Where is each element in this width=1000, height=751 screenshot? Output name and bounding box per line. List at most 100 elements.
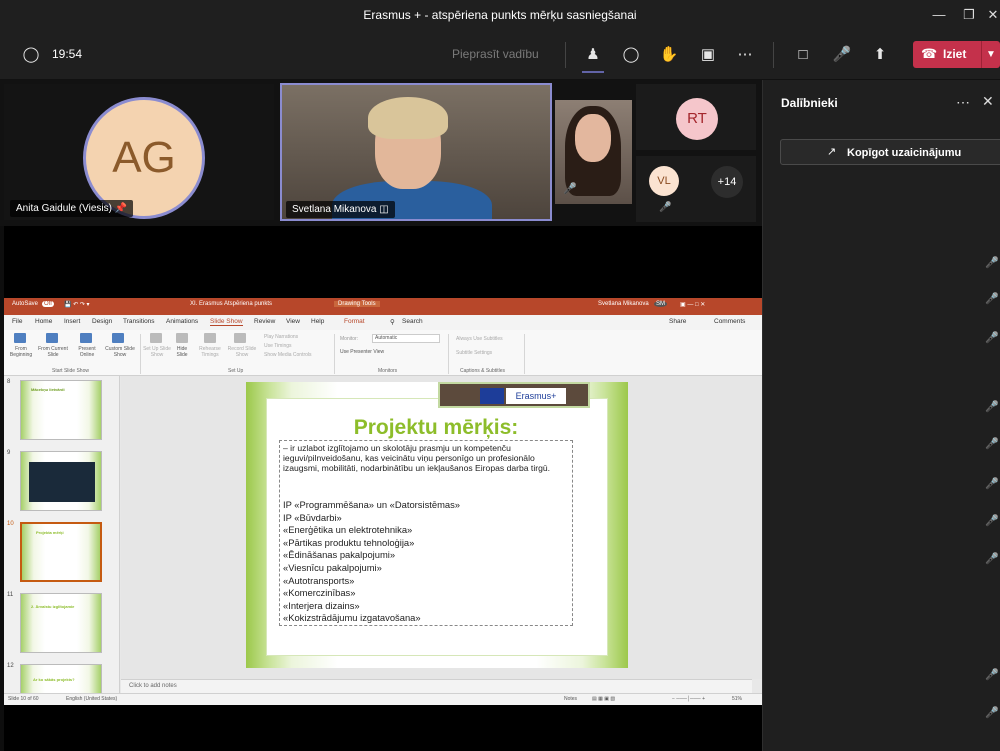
custom-show-icon[interactable] (112, 333, 124, 343)
erasmus-badge: Erasmus+ (438, 382, 590, 408)
participants-panel: Dalībnieki ⋯ ✕ ↗ Kopīgot uzaicinājumu 🎤 … (762, 80, 1000, 751)
slide-heading[interactable]: Projektu mērķis: (316, 416, 556, 440)
more-options-icon[interactable]: ⋯ (956, 94, 970, 111)
tab-insert[interactable]: Insert (64, 318, 80, 325)
from-beginning-icon[interactable] (14, 333, 26, 343)
ppt-search[interactable]: Search (402, 318, 423, 325)
thumb-image (29, 462, 95, 502)
raise-hand-icon[interactable]: ✋ (658, 44, 680, 66)
tab-view[interactable]: View (286, 318, 300, 325)
monitor-label: Monitor: (340, 336, 359, 342)
from-beginning-button[interactable]: From Beginning (6, 346, 36, 358)
participant-tile-video[interactable]: 🎤 (555, 100, 632, 204)
list-item: «Enerģētika un elektrotehnika» (283, 524, 413, 536)
slide-thumbnail-selected[interactable]: Projekta mērķi (20, 522, 102, 582)
tab-design[interactable]: Design (92, 318, 112, 325)
status-language[interactable]: English (United States) (66, 696, 117, 702)
quick-access-icons[interactable]: 💾 ↶ ↷ ▾ (64, 301, 90, 308)
slide-thumbnail[interactable]: 2. Ārvalstu izglītojamie (20, 593, 102, 653)
mic-off-icon: 🎤 (659, 202, 672, 213)
leave-button[interactable]: ☎ Iziet ▼ (913, 41, 1000, 68)
status-slide-count: Slide 10 of 60 (8, 696, 39, 702)
record-icon[interactable] (234, 333, 246, 343)
current-slide[interactable]: Erasmus+ Projektu mērķis: – ir uzlabot i… (246, 382, 628, 668)
more-actions-icon[interactable]: ⋯ (734, 44, 756, 66)
subtitle-settings-button[interactable]: Subtitle Settings (456, 350, 492, 356)
autosave-toggle[interactable]: Off (42, 301, 54, 307)
close-icon[interactable]: ✕ (982, 93, 994, 110)
set-up-icon[interactable] (150, 333, 162, 343)
tab-slide-show[interactable]: Slide Show (210, 318, 243, 326)
participants-icon[interactable]: ♟ (582, 44, 604, 66)
restore-icon[interactable]: ❐ (960, 6, 978, 24)
present-online-icon[interactable] (80, 333, 92, 343)
autosave-label[interactable]: AutoSave (12, 301, 38, 307)
copy-invite-button[interactable]: ↗ Kopīgot uzaicinājumu (780, 139, 1000, 165)
notes-pane[interactable]: Click to add notes (121, 679, 752, 693)
monitor-select[interactable]: Automatic (372, 334, 440, 343)
use-timings-checkbox[interactable]: Use Timings (264, 343, 292, 349)
ppt-user-name[interactable]: Svetlana Mikanova (598, 301, 649, 307)
leave-options-chevron-icon[interactable]: ▼ (981, 41, 1000, 68)
participant-video-face (575, 114, 611, 162)
play-narrations-checkbox[interactable]: Play Narrations (264, 334, 298, 340)
teams-meeting-window: Erasmus + - atspēriena punkts mērķu sasn… (0, 0, 1000, 751)
participant-tile-ag[interactable]: AG Anita Gaidule (Viesis) 📌 (4, 84, 274, 220)
tab-animations[interactable]: Animations (166, 318, 198, 325)
rehearse-icon[interactable] (204, 333, 216, 343)
tab-review[interactable]: Review (254, 318, 275, 325)
thumb-background (21, 594, 101, 652)
share-button[interactable]: Share (669, 318, 686, 325)
view-buttons-icon[interactable]: ▤ ▦ ▣ ▧ (592, 696, 615, 702)
list-item: «Interjera dizains» (283, 599, 360, 611)
mic-off-icon[interactable]: 🎤 (831, 44, 853, 66)
slide-thumbnail[interactable] (20, 451, 102, 511)
request-control-button[interactable]: Pieprasīt vadību (452, 47, 539, 61)
chat-icon[interactable]: ◯ (620, 44, 642, 66)
more-participants-count[interactable]: +14 (711, 166, 743, 198)
minimize-icon[interactable]: — (930, 6, 948, 24)
comments-button[interactable]: Comments (714, 318, 745, 325)
meeting-timer: 19:54 (52, 47, 83, 61)
tab-transitions[interactable]: Transitions (123, 318, 155, 325)
ppt-user-avatar[interactable]: SM (654, 301, 667, 307)
share-tray-icon[interactable]: ⬆ (869, 44, 891, 66)
copy-invite-label: Kopīgot uzaicinājumu (847, 147, 962, 159)
from-current-button[interactable]: From Current Slide (38, 346, 68, 358)
rooms-icon[interactable]: ▣ (697, 44, 719, 66)
tab-help[interactable]: Help (311, 318, 324, 325)
participant-tile-rt[interactable]: RT (636, 84, 756, 150)
ppt-window-controls[interactable]: ▣ — □ ✕ (680, 301, 705, 308)
rehearse-button[interactable]: Rehearse Timings (196, 346, 224, 358)
editor-scrollbar[interactable] (752, 376, 762, 679)
hide-slide-button[interactable]: Hide Slide (172, 346, 192, 358)
close-icon[interactable]: ✕ (984, 6, 1000, 24)
show-media-checkbox[interactable]: Show Media Controls (264, 352, 312, 358)
from-current-icon[interactable] (46, 333, 58, 343)
tab-home[interactable]: Home (35, 318, 52, 325)
record-button[interactable]: Record Slide Show (226, 346, 258, 358)
search-icon[interactable]: ⚲ (390, 318, 395, 326)
zoom-slider[interactable]: − ───│─── + (672, 696, 705, 702)
list-item: «Pārtikas produktu tehnoloģija» (283, 536, 415, 548)
tab-format[interactable]: Format (344, 318, 365, 325)
participant-overflow-tile[interactable]: VL 🎤 +14 (636, 156, 756, 222)
mic-off-icon: 🎤 (985, 707, 999, 719)
list-item: «Autotransports» (283, 574, 355, 586)
toolbar-divider (773, 42, 774, 68)
participant-tile-presenter[interactable]: Svetlana Mikanova ◫ (280, 83, 552, 221)
custom-show-button[interactable]: Custom Slide Show (103, 346, 137, 358)
status-notes-button[interactable]: Notes (564, 696, 577, 702)
presenter-view-checkbox[interactable]: Use Presenter View (340, 349, 384, 355)
slide-thumbnail[interactable]: Mācekņu lietvārdi (20, 380, 102, 440)
slide-textbox[interactable]: – ir uzlabot izglītojamo un skolotāju pr… (279, 440, 573, 626)
always-subtitles-checkbox[interactable]: Always Use Subtitles (456, 336, 503, 342)
presenter-video-hair (368, 97, 448, 139)
camera-off-icon[interactable]: □ (792, 44, 814, 66)
present-online-button[interactable]: Present Online (72, 346, 102, 358)
ppt-ribbon-tabs: File Home Insert Design Transitions Anim… (4, 315, 762, 330)
tab-file[interactable]: File (12, 318, 22, 325)
set-up-button[interactable]: Set Up Slide Show (142, 346, 172, 358)
hide-slide-icon[interactable] (176, 333, 188, 343)
status-zoom[interactable]: 51% (732, 696, 742, 702)
